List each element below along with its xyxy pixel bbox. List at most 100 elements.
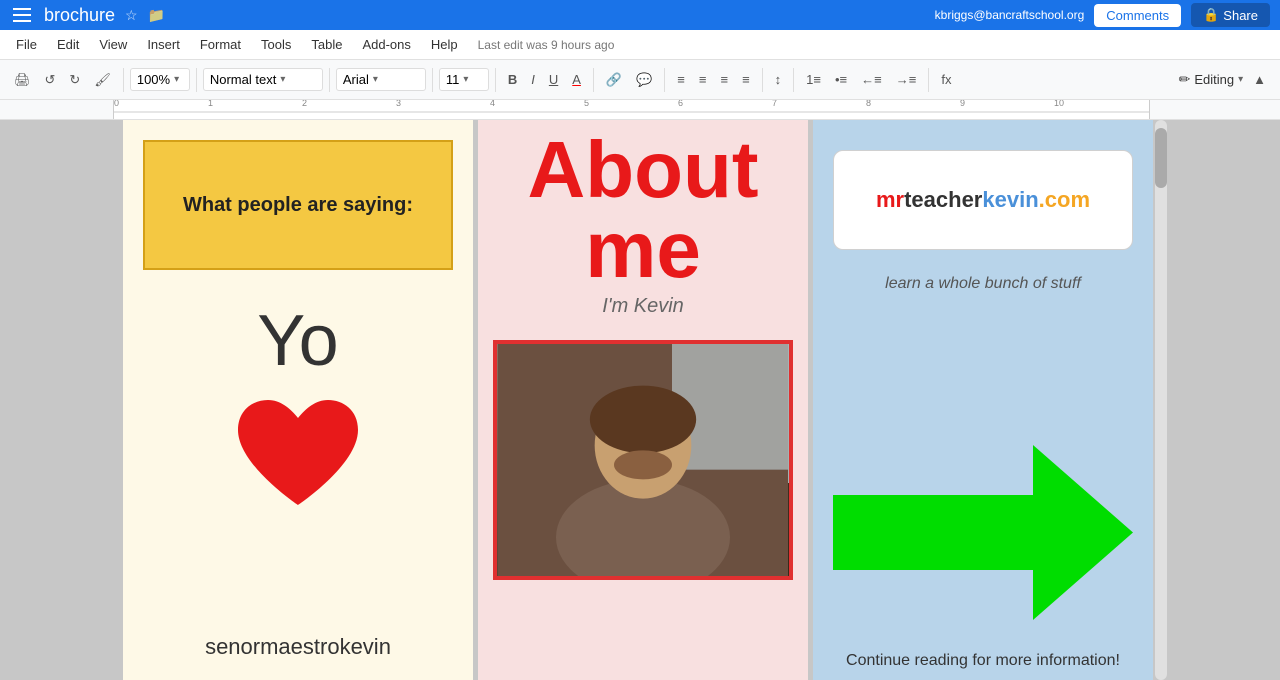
zoom-chevron: ▾ xyxy=(174,74,179,85)
scrollbar[interactable] xyxy=(1153,120,1169,680)
menu-help[interactable]: Help xyxy=(423,33,466,56)
comment-button[interactable]: 💬 xyxy=(630,68,658,92)
font-value: Arial xyxy=(343,72,369,87)
separator-10 xyxy=(928,68,929,92)
left-margin xyxy=(0,120,113,680)
page3-logo-box: mrteacherkevin.com xyxy=(833,150,1133,250)
svg-text:3: 3 xyxy=(396,100,401,108)
align-left-button[interactable]: ≡ xyxy=(671,68,691,91)
size-value: 11 xyxy=(446,72,460,87)
separator-7 xyxy=(664,68,665,92)
scroll-track xyxy=(1155,120,1167,680)
line-spacing-button[interactable]: ↕ xyxy=(769,68,788,91)
menu-bar: File Edit View Insert Format Tools Table… xyxy=(0,30,1280,60)
align-center-button[interactable]: ≡ xyxy=(693,68,713,91)
page-3: mrteacherkevin.com learn a whole bunch o… xyxy=(813,120,1153,680)
menu-table[interactable]: Table xyxy=(303,33,350,56)
svg-text:9: 9 xyxy=(960,100,965,108)
function-button[interactable]: fx xyxy=(935,68,957,91)
separator-2 xyxy=(196,68,197,92)
editing-badge: ✏ Editing ▾ ▲ xyxy=(1179,68,1272,91)
page3-tagline: learn a whole bunch of stuff xyxy=(833,275,1133,293)
page-1: What people are saying: Yo senormaestrok… xyxy=(123,120,473,680)
zoom-value: 100% xyxy=(137,72,170,87)
page1-top-text: What people are saying: xyxy=(173,184,423,227)
photo-background xyxy=(497,344,789,576)
separator-6 xyxy=(593,68,594,92)
svg-text:10: 10 xyxy=(1054,100,1064,108)
separator-9 xyxy=(793,68,794,92)
decrease-indent-button[interactable]: ←≡ xyxy=(855,68,888,91)
size-chevron: ▾ xyxy=(463,74,468,85)
text-color-button[interactable]: A xyxy=(566,68,587,91)
increase-indent-button[interactable]: →≡ xyxy=(890,68,923,91)
ordered-list-button[interactable]: 1≡ xyxy=(800,68,827,91)
svg-text:7: 7 xyxy=(772,100,777,108)
page3-continue-text: Continue reading for more information! xyxy=(833,652,1133,670)
hamburger-icon xyxy=(10,3,34,27)
paint-format-button[interactable]: 🖌 xyxy=(88,68,117,92)
app-menu-button[interactable] xyxy=(10,3,34,27)
scroll-thumb[interactable] xyxy=(1155,128,1167,188)
top-right-actions: kbriggs@bancraftschool.org Comments 🔒 Sh… xyxy=(935,3,1270,27)
toolbar: 🖨 ↺ ↻ 🖌 100% ▾ Normal text ▾ Arial ▾ 11 … xyxy=(0,60,1280,100)
logo-mr: mr xyxy=(876,187,904,212)
separator-3 xyxy=(329,68,330,92)
menu-format[interactable]: Format xyxy=(192,33,249,56)
link-button[interactable]: 🔗 xyxy=(600,68,628,92)
logo-kevin: kevin xyxy=(982,187,1038,212)
page1-heart xyxy=(123,390,473,520)
top-bar: brochure ☆ 📁 kbriggs@bancraftschool.org … xyxy=(0,0,1280,30)
svg-text:6: 6 xyxy=(678,100,683,108)
page2-photo xyxy=(493,340,793,580)
lock-icon: 🔒 xyxy=(1203,7,1219,23)
collapse-toolbar-button[interactable]: ▲ xyxy=(1247,68,1272,91)
comments-button[interactable]: Comments xyxy=(1094,4,1181,27)
share-button[interactable]: 🔒 Share xyxy=(1191,3,1270,27)
style-select[interactable]: Normal text ▾ xyxy=(203,68,323,91)
bold-button[interactable]: B xyxy=(502,68,523,91)
document-title[interactable]: brochure xyxy=(44,5,115,26)
separator-4 xyxy=(432,68,433,92)
italic-button[interactable]: I xyxy=(525,68,541,91)
redo-button[interactable]: ↻ xyxy=(63,68,86,92)
page1-top-box: What people are saying: xyxy=(143,140,453,270)
page-2: About me I'm Kevin xyxy=(478,120,808,680)
menu-view[interactable]: View xyxy=(91,33,135,56)
svg-text:2: 2 xyxy=(302,100,307,108)
menu-edit[interactable]: Edit xyxy=(49,33,87,56)
style-chevron: ▾ xyxy=(280,74,285,85)
font-chevron: ▾ xyxy=(373,74,378,85)
menu-insert[interactable]: Insert xyxy=(139,33,188,56)
logo-teacher: teacher xyxy=(904,187,982,212)
svg-text:0: 0 xyxy=(114,100,119,108)
svg-text:1: 1 xyxy=(208,100,213,108)
menu-addons[interactable]: Add-ons xyxy=(354,33,418,56)
font-select[interactable]: Arial ▾ xyxy=(336,68,426,91)
menu-tools[interactable]: Tools xyxy=(253,33,299,56)
unordered-list-button[interactable]: •≡ xyxy=(829,68,853,91)
user-email: kbriggs@bancraftschool.org xyxy=(935,8,1085,22)
svg-text:5: 5 xyxy=(584,100,589,108)
undo-button[interactable]: ↺ xyxy=(39,68,62,92)
editing-label: Editing xyxy=(1194,72,1234,87)
star-icon[interactable]: ☆ xyxy=(125,7,138,24)
document-area: What people are saying: Yo senormaestrok… xyxy=(0,120,1280,680)
underline-button[interactable]: U xyxy=(543,68,564,91)
photo-person-svg xyxy=(497,344,789,576)
page2-title: About me xyxy=(478,130,808,290)
separator-5 xyxy=(495,68,496,92)
folder-icon[interactable]: 📁 xyxy=(148,7,165,24)
align-right-button[interactable]: ≡ xyxy=(714,68,734,91)
separator-1 xyxy=(123,68,124,92)
editing-chevron: ▾ xyxy=(1238,74,1243,85)
zoom-select[interactable]: 100% ▾ xyxy=(130,68,190,91)
menu-file[interactable]: File xyxy=(8,33,45,56)
ruler-svg: 0 1 2 3 4 5 6 7 8 9 10 xyxy=(114,100,1149,114)
page1-name: senormaestrokevin xyxy=(123,634,473,660)
print-button[interactable]: 🖨 xyxy=(8,68,37,92)
align-justify-button[interactable]: ≡ xyxy=(736,68,756,91)
page1-yo-text: Yo xyxy=(123,300,473,382)
size-select[interactable]: 11 ▾ xyxy=(439,68,489,91)
ruler: 0 1 2 3 4 5 6 7 8 9 10 xyxy=(0,100,1280,120)
